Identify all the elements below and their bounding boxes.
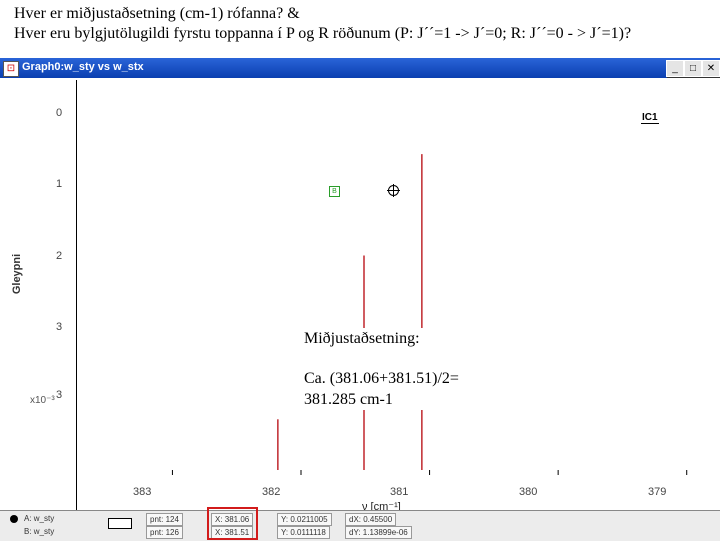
question-text: Hver er miðjustaðsetning (cm-1) rófanna?… xyxy=(14,4,714,44)
cursor-b-icon[interactable] xyxy=(387,184,400,197)
annotation-box: Miðjustaðsetning: Ca. (381.06+381.51)/2=… xyxy=(304,328,459,410)
trace-b-label[interactable]: B: w_sty xyxy=(24,527,54,536)
y-tick-label: 3 xyxy=(56,321,63,333)
graph-window[interactable]: ⊡ Graph0:w_sty vs w_stx _ □ ✕ xyxy=(0,58,720,540)
close-button[interactable]: ✕ xyxy=(702,60,720,77)
legend-label: IC1 xyxy=(641,112,659,124)
x-tick-label: 380 xyxy=(519,486,538,498)
y-tick-label: 3 xyxy=(56,389,63,401)
annotation-line-2: 381.285 cm-1 xyxy=(304,391,393,408)
highlight-box xyxy=(207,507,258,540)
plot-area[interactable] xyxy=(76,80,707,530)
x-tick-label: 382 xyxy=(262,486,281,498)
y-tick-label: 2 xyxy=(56,250,63,262)
dx-field[interactable]: dX: 0.45500 xyxy=(345,513,397,526)
x-tick-label: 383 xyxy=(133,486,152,498)
maximize-button[interactable]: □ xyxy=(684,60,702,77)
point-b-field[interactable]: pnt: 126 xyxy=(146,526,183,539)
window-titlebar[interactable]: ⊡ Graph0:w_sty vs w_stx _ □ ✕ xyxy=(0,58,720,78)
dy-field[interactable]: dY: 1.13899e-06 xyxy=(345,526,412,539)
trace-a-label[interactable]: A: w_sty xyxy=(24,514,54,523)
cursor-style-icon[interactable] xyxy=(108,518,132,529)
annotation-line-1: Ca. (381.06+381.51)/2= xyxy=(304,370,459,387)
igor-graph-icon[interactable]: ⊡ xyxy=(3,61,19,77)
minimize-button[interactable]: _ xyxy=(666,60,684,77)
y-axis-title: Gleypni xyxy=(11,253,23,295)
x-tick-label: 379 xyxy=(648,486,667,498)
annotation-heading: Miðjustaðsetning: xyxy=(304,330,420,347)
cursor-a-icon[interactable]: B xyxy=(329,186,340,197)
y-tick-label: 1 xyxy=(56,178,63,190)
x-tick-label: 381 xyxy=(390,486,409,498)
question-line-2: Hver eru bylgjutölugildi fyrstu toppanna… xyxy=(14,25,632,42)
cursor-hand-icon[interactable] xyxy=(10,515,18,523)
y-b-field[interactable]: Y: 0.0111118 xyxy=(277,526,330,539)
y-tick-label: 0 xyxy=(56,107,63,119)
y-a-field[interactable]: Y: 0.0211005 xyxy=(277,513,332,526)
point-a-field[interactable]: pnt: 124 xyxy=(146,513,183,526)
window-title: Graph0:w_sty vs w_stx xyxy=(22,61,144,73)
question-line-1: Hver er miðjustaðsetning (cm-1) rófanna?… xyxy=(14,5,300,22)
y-exponent-label: x10⁻³ xyxy=(30,395,55,406)
